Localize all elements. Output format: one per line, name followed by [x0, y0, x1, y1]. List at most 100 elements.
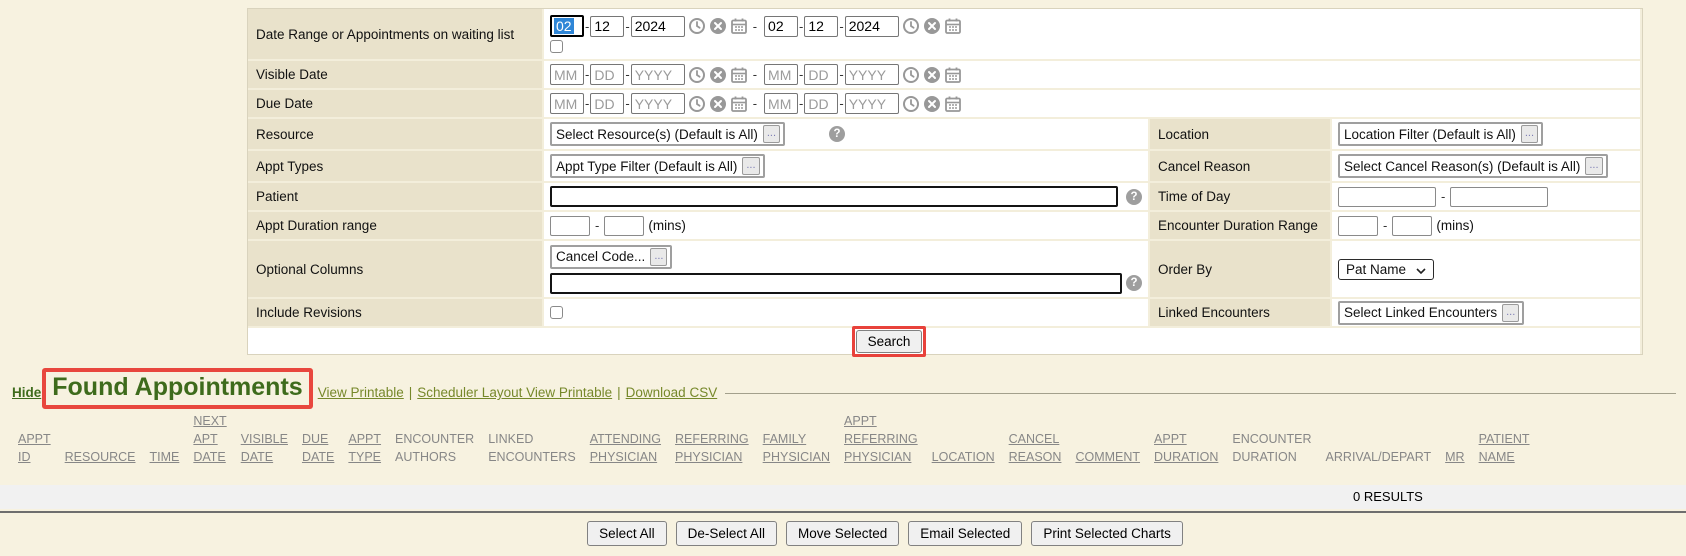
select-all-button[interactable]: Select All — [587, 521, 667, 546]
optional-columns-filter-button[interactable]: Cancel Code... ... — [550, 245, 672, 269]
column-header-time[interactable]: TIME — [150, 448, 180, 466]
appt-type-filter-button[interactable]: Appt Type Filter (Default is All) ... — [550, 154, 765, 178]
due-date-from-day-input[interactable] — [590, 93, 624, 114]
waiting-list-checkbox[interactable] — [550, 40, 563, 53]
column-header-location[interactable]: LOCATION — [932, 448, 995, 466]
search-button[interactable]: Search — [856, 330, 923, 353]
optional-columns-input[interactable] — [550, 273, 1122, 294]
date-to-day-input[interactable] — [804, 16, 838, 37]
linked-encounters-label: Linked Encounters — [1150, 299, 1330, 326]
date-to-year-input[interactable] — [845, 16, 899, 37]
appt-duration-cell: - (mins) — [544, 212, 1148, 239]
deselect-all-button[interactable]: De-Select All — [676, 521, 777, 546]
location-cell: Location Filter (Default is All) ... — [1332, 119, 1640, 149]
column-header-due-date[interactable]: DUE DATE — [302, 430, 334, 466]
calendar-icon[interactable] — [730, 66, 748, 84]
resource-filter-button[interactable]: Select Resource(s) (Default is All) ... — [550, 122, 785, 146]
clock-icon[interactable] — [902, 66, 920, 84]
visible-date-label: Visible Date — [248, 61, 542, 88]
column-header-patient-name[interactable]: PATIENT NAME — [1479, 430, 1530, 466]
calendar-icon[interactable] — [730, 95, 748, 113]
resource-label: Resource — [248, 119, 542, 149]
column-header-appt-duration[interactable]: APPT DURATION — [1154, 430, 1218, 466]
column-header-visible-date[interactable]: VISIBLE DATE — [241, 430, 288, 466]
column-header-next-apt-date[interactable]: NEXT APT DATE — [193, 412, 226, 466]
email-selected-button[interactable]: Email Selected — [908, 521, 1022, 546]
column-header-resource[interactable]: RESOURCE — [65, 448, 136, 466]
ellipsis-button[interactable]: ... — [763, 125, 780, 143]
column-header-cancel-reason[interactable]: CANCEL REASON — [1009, 430, 1062, 466]
calendar-icon[interactable] — [944, 95, 962, 113]
clear-date-icon[interactable] — [923, 95, 941, 113]
appt-duration-to-input[interactable] — [604, 216, 644, 236]
location-filter-button[interactable]: Location Filter (Default is All) ... — [1338, 122, 1543, 146]
column-header-family-physician[interactable]: FAMILY PHYSICIAN — [763, 430, 830, 466]
visible-date-from-year-input[interactable] — [631, 64, 685, 85]
date-from-day-input[interactable] — [590, 16, 624, 37]
help-icon[interactable]: ? — [1126, 275, 1142, 291]
cancel-reason-filter-button[interactable]: Select Cancel Reason(s) (Default is All)… — [1338, 154, 1608, 178]
column-header-appt-type[interactable]: APPT TYPE — [348, 430, 381, 466]
ellipsis-button[interactable]: ... — [1585, 157, 1602, 175]
ellipsis-button[interactable]: ... — [1521, 125, 1538, 143]
due-date-from-year-input[interactable] — [631, 93, 685, 114]
due-date-from-month-input[interactable] — [550, 93, 584, 114]
calendar-icon[interactable] — [730, 17, 748, 35]
view-printable-link[interactable]: View Printable — [318, 385, 404, 400]
patient-search-input[interactable] — [550, 186, 1118, 207]
download-csv-link[interactable]: Download CSV — [626, 385, 718, 400]
appt-types-cell: Appt Type Filter (Default is All) ... — [544, 151, 1148, 181]
encounter-duration-to-input[interactable] — [1392, 216, 1432, 236]
column-header-attending-physician[interactable]: ATTENDING PHYSICIAN — [590, 430, 661, 466]
clear-date-icon[interactable] — [709, 17, 727, 35]
appt-duration-from-input[interactable] — [550, 216, 590, 236]
visible-date-to-month-input[interactable] — [764, 64, 798, 85]
help-icon[interactable]: ? — [1126, 189, 1142, 205]
encounter-duration-from-input[interactable] — [1338, 216, 1378, 236]
order-by-cell: Pat Name — [1332, 241, 1640, 297]
date-to-month-input[interactable] — [764, 16, 798, 37]
help-icon[interactable]: ? — [829, 126, 845, 142]
date-range-label: Date Range or Appointments on waiting li… — [248, 9, 542, 59]
ellipsis-button[interactable]: ... — [742, 157, 759, 175]
hide-link[interactable]: Hide — [12, 385, 41, 400]
ellipsis-button[interactable]: ... — [650, 248, 667, 266]
clear-date-icon[interactable] — [709, 95, 727, 113]
column-header-comment[interactable]: COMMENT — [1075, 448, 1140, 466]
linked-encounters-filter-button[interactable]: Select Linked Encounters ... — [1338, 301, 1524, 325]
clock-icon[interactable] — [688, 66, 706, 84]
time-of-day-to-input[interactable] — [1450, 187, 1548, 207]
visible-date-from-day-input[interactable] — [590, 64, 624, 85]
due-date-to-year-input[interactable] — [845, 93, 899, 114]
time-of-day-from-input[interactable] — [1338, 187, 1436, 207]
visible-date-to-year-input[interactable] — [845, 64, 899, 85]
include-revisions-checkbox[interactable] — [550, 306, 563, 319]
print-selected-charts-button[interactable]: Print Selected Charts — [1031, 521, 1183, 546]
visible-date-from-month-input[interactable] — [550, 64, 584, 85]
due-date-to-month-input[interactable] — [764, 93, 798, 114]
visible-date-to-day-input[interactable] — [804, 64, 838, 85]
column-header-appt-referring-physician[interactable]: APPT REFERRING PHYSICIAN — [844, 412, 918, 466]
date-from-year-input[interactable] — [631, 16, 685, 37]
clear-date-icon[interactable] — [923, 17, 941, 35]
due-date-to-day-input[interactable] — [804, 93, 838, 114]
column-header-referring-physician[interactable]: REFERRING PHYSICIAN — [675, 430, 749, 466]
clock-icon[interactable] — [902, 17, 920, 35]
time-of-day-cell: - — [1332, 183, 1640, 210]
date-from-month-input[interactable]: 02 — [550, 15, 584, 37]
date-range-inputs: 02 - - - - - — [544, 9, 1640, 59]
clock-icon[interactable] — [688, 95, 706, 113]
clear-date-icon[interactable] — [709, 66, 727, 84]
column-header-mr[interactable]: MR — [1445, 448, 1464, 466]
mins-units-label: (mins) — [1436, 218, 1474, 233]
clock-icon[interactable] — [902, 95, 920, 113]
clear-date-icon[interactable] — [923, 66, 941, 84]
move-selected-button[interactable]: Move Selected — [786, 521, 899, 546]
ellipsis-button[interactable]: ... — [1502, 304, 1519, 322]
scheduler-layout-view-printable-link[interactable]: Scheduler Layout View Printable — [417, 385, 612, 400]
calendar-icon[interactable] — [944, 17, 962, 35]
column-header-appt-id[interactable]: APPT ID — [18, 430, 51, 466]
order-by-select[interactable]: Pat Name — [1338, 259, 1434, 280]
calendar-icon[interactable] — [944, 66, 962, 84]
clock-icon[interactable] — [688, 17, 706, 35]
